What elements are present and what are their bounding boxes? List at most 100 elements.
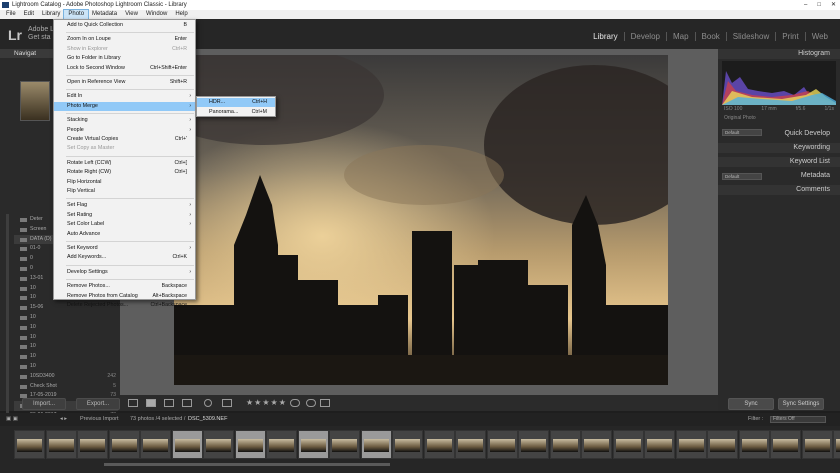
filmstrip-thumbnail[interactable]	[675, 430, 707, 459]
menu-metadata[interactable]: Metadata	[88, 10, 121, 19]
photo-menu-item[interactable]: Rotate Left (CCW) Ctrl+[	[54, 159, 195, 168]
menu-window[interactable]: Window	[142, 10, 171, 19]
photo-menu-item[interactable]: Open in Reference View Shift+R	[54, 78, 195, 87]
navigator-preview[interactable]	[20, 81, 50, 121]
photo-menu-item[interactable]: Rotate Right (CW) Ctrl+]	[54, 168, 195, 177]
filmstrip-thumbnail[interactable]	[612, 430, 644, 459]
module-library[interactable]: Library	[587, 32, 623, 41]
menu-file[interactable]: File	[2, 10, 20, 19]
folder-item[interactable]: 10	[14, 323, 118, 333]
filmstrip-thumbnail[interactable]	[329, 430, 360, 459]
maximize-icon[interactable]: □	[817, 0, 821, 10]
painter-icon[interactable]	[204, 399, 212, 407]
folder-item[interactable]: 10SD3400 242	[14, 372, 118, 382]
module-develop[interactable]: Develop	[623, 32, 666, 41]
photo-menu-item[interactable]: Zoom In on Loupe Enter	[54, 35, 195, 44]
filmstrip-thumbnail[interactable]	[360, 430, 392, 459]
flag-icon[interactable]	[222, 399, 232, 407]
left-panel-scrollbar[interactable]	[6, 214, 9, 444]
folder-item[interactable]: Check Shot 5	[14, 382, 118, 392]
sync-button[interactable]: Sync	[728, 398, 774, 410]
panorama-merge-item[interactable]: Panorama... Ctrl+M	[197, 108, 275, 117]
filmstrip-nav-icon[interactable]: ◂ ▸	[60, 413, 67, 426]
compare-view-icon[interactable]	[164, 399, 174, 407]
histogram-header[interactable]: Histogram	[718, 49, 840, 59]
photo-menu-item[interactable]: Add Keywords... Ctrl+K	[54, 253, 195, 262]
rating-stars[interactable]: ★★★★★	[246, 398, 287, 407]
filmstrip-thumbnail[interactable]	[549, 430, 581, 459]
next-photo-icon[interactable]	[320, 399, 330, 407]
menu-photo[interactable]: Photo	[63, 9, 90, 20]
photo-menu-item[interactable]: Develop Settings ›	[54, 268, 195, 277]
close-icon[interactable]: ✕	[831, 0, 836, 10]
minimize-icon[interactable]: –	[804, 0, 807, 10]
folder-item[interactable]: 10	[14, 362, 118, 372]
keyword-list-header[interactable]: Keyword List	[718, 157, 840, 167]
loupe-view-icon[interactable]	[146, 399, 156, 407]
folder-item[interactable]: 10	[14, 342, 118, 352]
original-photo-toggle[interactable]: Original Photo	[724, 115, 756, 121]
filmstrip-scrollbar[interactable]	[104, 463, 390, 466]
menu-view[interactable]: View	[121, 10, 142, 19]
photo-menu-item[interactable]: Delete Rejected Photos... Ctrl+Backspace	[54, 301, 195, 310]
photo-menu-item[interactable]: Set Color Label ›	[54, 220, 195, 229]
folder-item[interactable]: 10	[14, 313, 118, 323]
filmstrip-thumbnail[interactable]	[203, 430, 234, 459]
filmstrip-thumbnail[interactable]	[297, 430, 329, 459]
rotate-left-icon[interactable]	[290, 399, 300, 407]
photo-menu-item[interactable]: Go to Folder in Library	[54, 54, 195, 63]
filmstrip-thumbnail[interactable]	[171, 430, 203, 459]
folder-item[interactable]: 10	[14, 333, 118, 343]
filmstrip-thumbnail[interactable]	[392, 430, 423, 459]
menu-edit[interactable]: Edit	[20, 10, 38, 19]
sync-settings-button[interactable]: Sync Settings	[778, 398, 824, 410]
filmstrip-thumbnail[interactable]	[738, 430, 770, 459]
filmstrip-thumbnail[interactable]	[423, 430, 455, 459]
filmstrip-thumbnail[interactable]	[770, 430, 801, 459]
module-slideshow[interactable]: Slideshow	[725, 32, 775, 41]
quick-develop-header[interactable]: Quick Develop	[718, 129, 840, 139]
grid-view-icon[interactable]	[128, 399, 138, 407]
photo-menu-item[interactable]: Photo Merge ›	[54, 101, 195, 111]
filmstrip-source[interactable]: Previous Import	[80, 413, 119, 426]
filmstrip-thumbnail[interactable]	[833, 430, 840, 459]
filmstrip-thumbnail[interactable]	[234, 430, 266, 459]
filmstrip-thumbnail[interactable]	[108, 430, 140, 459]
filmstrip-thumbnail[interactable]	[801, 430, 833, 459]
module-web[interactable]: Web	[804, 32, 834, 41]
folder-item[interactable]: 10	[14, 352, 118, 362]
module-map[interactable]: Map	[665, 32, 695, 41]
filmstrip-thumbnail[interactable]	[77, 430, 108, 459]
filmstrip-thumbnail[interactable]	[707, 430, 738, 459]
photo-menu-item[interactable]: People ›	[54, 126, 195, 135]
module-print[interactable]: Print	[775, 32, 804, 41]
survey-view-icon[interactable]	[182, 399, 192, 407]
filmstrip-thumbnail[interactable]	[266, 430, 297, 459]
photo-menu-item[interactable]: Lock to Second Window Ctrl+Shift+Enter	[54, 64, 195, 73]
photo-menu-item[interactable]: Set Keyword ›	[54, 244, 195, 253]
import-button[interactable]: Import...	[22, 398, 66, 410]
filter-select[interactable]: Filters Off	[770, 416, 826, 423]
filmstrip-thumbnail[interactable]	[644, 430, 675, 459]
second-window-icon[interactable]: ▣ ▣	[6, 413, 18, 426]
photo-menu-item[interactable]: Set Rating ›	[54, 211, 195, 220]
photo-menu-item[interactable]: Flip Horizontal	[54, 178, 195, 187]
filmstrip-thumbnail[interactable]	[486, 430, 518, 459]
photo-menu-item[interactable]: Stacking ›	[54, 116, 195, 125]
filmstrip-thumbnail[interactable]	[14, 430, 45, 459]
photo-menu-item[interactable]: Flip Vertical	[54, 187, 195, 196]
photo-menu-item[interactable]: Auto Advance	[54, 230, 195, 239]
comments-header[interactable]: Comments	[718, 185, 840, 195]
hdr-merge-item[interactable]: HDR... Ctrl+H	[197, 98, 275, 107]
export-button[interactable]: Export...	[76, 398, 120, 410]
photo-menu-item[interactable]: Add to Quick Collection B	[54, 21, 195, 30]
photo-menu-item[interactable]: Edit In ›	[54, 92, 195, 101]
photo-menu-item[interactable]: Remove Photos... Backspace	[54, 282, 195, 291]
keywording-header[interactable]: Keywording	[718, 143, 840, 153]
rotate-right-icon[interactable]	[306, 399, 316, 407]
photo-menu-item[interactable]: Remove Photos from Catalog Alt+Backspace	[54, 292, 195, 301]
filmstrip-thumbnail[interactable]	[140, 430, 171, 459]
filmstrip-filename[interactable]: DSC_5309.NEF	[188, 413, 227, 426]
filmstrip-thumbnail[interactable]	[581, 430, 612, 459]
filmstrip-thumbnail[interactable]	[45, 430, 77, 459]
